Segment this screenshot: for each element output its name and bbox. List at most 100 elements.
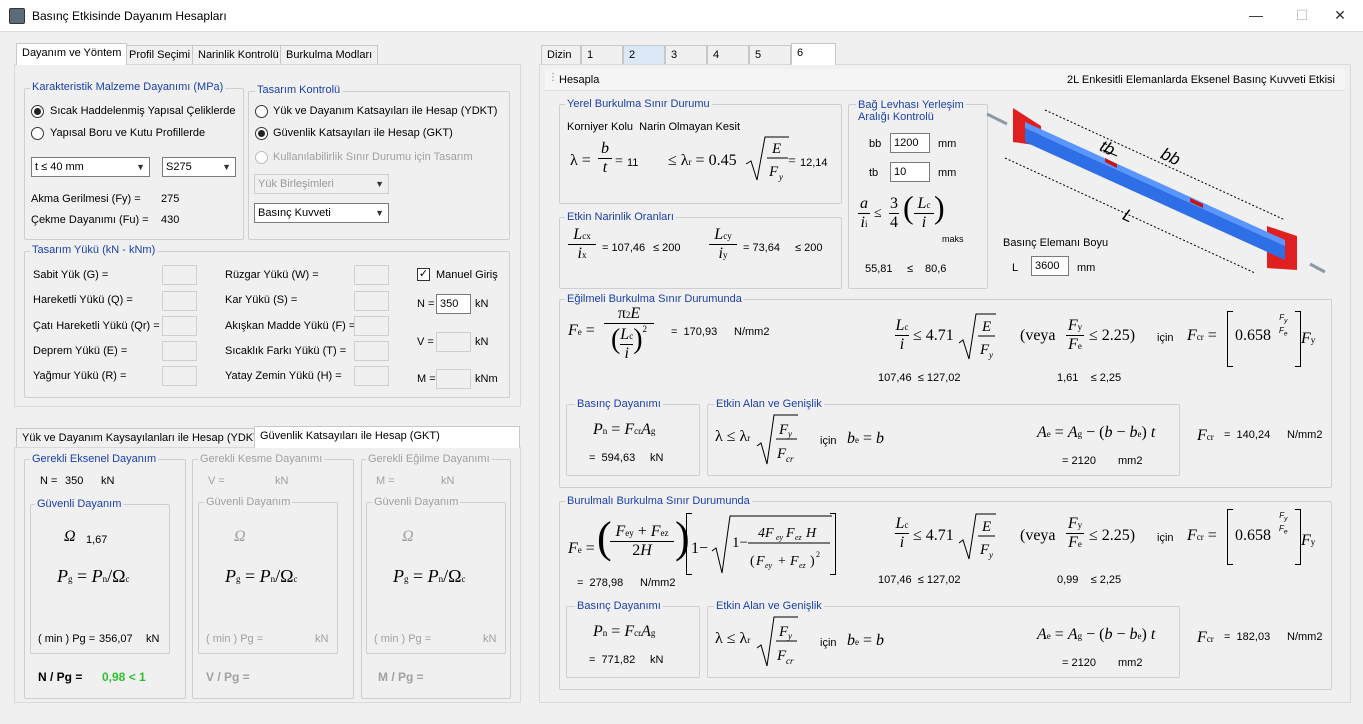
length-input[interactable]: 3600 (1031, 256, 1069, 276)
serviceability-radio[interactable] (255, 151, 268, 164)
manual-input-label[interactable]: Manuel Giriş (436, 269, 498, 281)
earthquake-load-input[interactable] (162, 341, 197, 361)
tab-6[interactable]: 6 (791, 43, 836, 65)
axial-pg-unit: kN (146, 633, 160, 645)
v-unit: kN (475, 336, 489, 348)
tors-fcr-unit: N/mm2 (1287, 631, 1323, 643)
manual-input-checkbox[interactable]: ✓ (417, 268, 430, 281)
tab-1[interactable]: 1 (581, 45, 623, 65)
tab-dizin[interactable]: Dizin (541, 45, 581, 65)
close-button[interactable]: ✕ (1317, 0, 1363, 32)
calculate-button[interactable]: Hesapla (559, 74, 599, 86)
rain-load-input[interactable] (162, 366, 197, 386)
soil-load-input[interactable] (354, 366, 389, 386)
sqrt-e-fy: EF y (745, 136, 789, 182)
snow-load-input[interactable] (354, 291, 389, 311)
tors-ae-icin: için (820, 637, 837, 649)
tab-gkt-result[interactable]: Güvenlik Katsayıları ile Hesap (GKT) (254, 426, 520, 448)
tab-narinlik-kontrolu[interactable]: Narinlik Kontrolü (192, 45, 285, 65)
shear-safe-title: Güvenli Dayanım (204, 496, 293, 508)
flex-fe-value: = 170,93 (671, 326, 718, 338)
flex-ae-unit: mm2 (1118, 455, 1143, 467)
hollow-section-label[interactable]: Yapısal Boru ve Kutu Profillerde (50, 127, 205, 139)
tab-5[interactable]: 5 (749, 45, 791, 65)
svg-text:F: F (768, 164, 779, 180)
tab-profil-secimi[interactable]: Profil Seçimi (123, 45, 197, 65)
svg-text:E: E (981, 519, 991, 535)
tors-fy: Fy (1301, 532, 1316, 549)
live-load-input[interactable] (162, 291, 197, 311)
axial-pg-value: 356,07 (99, 633, 133, 645)
tab-burkulma-modlari[interactable]: Burkulma Modları (280, 45, 379, 65)
v-input[interactable] (436, 332, 471, 352)
m-unit: kNm (475, 373, 498, 385)
flex-veya: (veya (1020, 327, 1056, 344)
tors-fe-unit: N/mm2 (640, 577, 676, 589)
thickness-select[interactable]: t ≤ 40 mm ▼ (31, 157, 150, 177)
tors-cond1: 107,46 ≤ 127,02 (878, 574, 961, 586)
lambda-r-formula: ≤ λr = 0.45 (668, 152, 737, 169)
tors-lc-i: Lc i (895, 515, 909, 551)
flex-pn-group (566, 404, 700, 476)
omega-symbol: Ω (402, 528, 414, 545)
gkt-radio[interactable] (255, 127, 268, 140)
dead-load-input[interactable] (162, 265, 197, 285)
tors-one-minus: 1− (691, 540, 709, 557)
hot-rolled-label[interactable]: Sıcak Haddelenmiş Yapısal Çeliklerde (50, 105, 235, 117)
design-group-title: Tasarım Kontrolü (255, 84, 343, 96)
temperature-load-input[interactable] (354, 341, 389, 361)
length-unit: mm (1077, 262, 1096, 274)
tors-fy-fe: Fy Fe (1066, 515, 1084, 551)
svg-text:F: F (785, 526, 795, 541)
m-input[interactable] (436, 369, 471, 389)
roof-live-load-input[interactable] (162, 316, 197, 336)
hot-rolled-radio[interactable] (31, 105, 44, 118)
minimize-button[interactable]: — (1233, 0, 1279, 32)
axial-n-label: N = (40, 475, 58, 487)
load-combination-select[interactable]: Yük Birleşimleri ▼ (254, 174, 389, 194)
tors-icin: için (1157, 532, 1174, 544)
serviceability-label[interactable]: Kullanılabilirlik Sınır Durumu için Tasa… (273, 151, 473, 163)
tab-4[interactable]: 4 (707, 45, 749, 65)
flex-exp: Fy Fe (1279, 313, 1288, 338)
flex-ae-icin: için (820, 435, 837, 447)
svg-text:): ) (810, 554, 815, 569)
svg-text:y: y (787, 429, 792, 439)
tab-dayanim-yontem[interactable]: Dayanım ve Yöntem (16, 43, 128, 65)
n-unit: kN (475, 298, 489, 310)
ydkt-label[interactable]: Yük ve Dayanım Katsayıları ile Hesap (YD… (273, 105, 497, 117)
m-label: M = (417, 373, 436, 385)
slenderness-title: Etkin Narinlik Oranları (565, 211, 676, 223)
flex-sqrt-fy-fcr: FyF cr (756, 414, 798, 465)
lambda-eq: = (615, 154, 623, 169)
member-length-label: Basınç Elemanı Boyu (1003, 237, 1109, 249)
bb-unit: mm (938, 138, 957, 150)
fy-label: Akma Gerilmesi (Fy) = (31, 193, 141, 205)
tab-3[interactable]: 3 (665, 45, 707, 65)
fluid-load-input[interactable] (354, 316, 389, 336)
wind-load-input[interactable] (354, 265, 389, 285)
plate-right-value: 80,6 (925, 263, 947, 275)
gkt-label[interactable]: Güvenlik Katsayıları ile Hesap (GKT) (273, 127, 453, 139)
tors-fcr-label: Fcr (1197, 629, 1214, 646)
ydkt-radio[interactable] (255, 105, 268, 118)
tab-ydkt-result[interactable]: Yük ve Dayanım Kaysayılanları ile Hesap … (16, 428, 270, 448)
n-input[interactable]: 350 (436, 294, 471, 314)
tab-2[interactable]: 2 (623, 45, 665, 65)
svg-text:cr: cr (786, 656, 794, 666)
axial-n-unit: kN (101, 475, 115, 487)
lc-over-i-paren: ( (903, 189, 914, 225)
hollow-section-radio[interactable] (31, 127, 44, 140)
svg-text:E: E (981, 319, 991, 335)
v-label: V = (417, 336, 434, 348)
tb-input[interactable]: 10 (890, 162, 930, 182)
moment-safe-title: Güvenli Dayanım (372, 496, 461, 508)
bb-input[interactable]: 1200 (890, 133, 930, 153)
steel-grade-value: S275 (166, 161, 192, 173)
chevron-down-icon: ▼ (222, 162, 231, 172)
flex-cond2: 1,61 ≤ 2,25 (1057, 372, 1122, 384)
force-type-select[interactable]: Basınç Kuvveti ▼ (254, 203, 389, 223)
flex-lambda-cond: λ ≤ λr (715, 428, 751, 445)
pi2e-fraction: π2E (Lc i)2 (604, 305, 654, 363)
steel-grade-select[interactable]: S275 ▼ (162, 157, 236, 177)
